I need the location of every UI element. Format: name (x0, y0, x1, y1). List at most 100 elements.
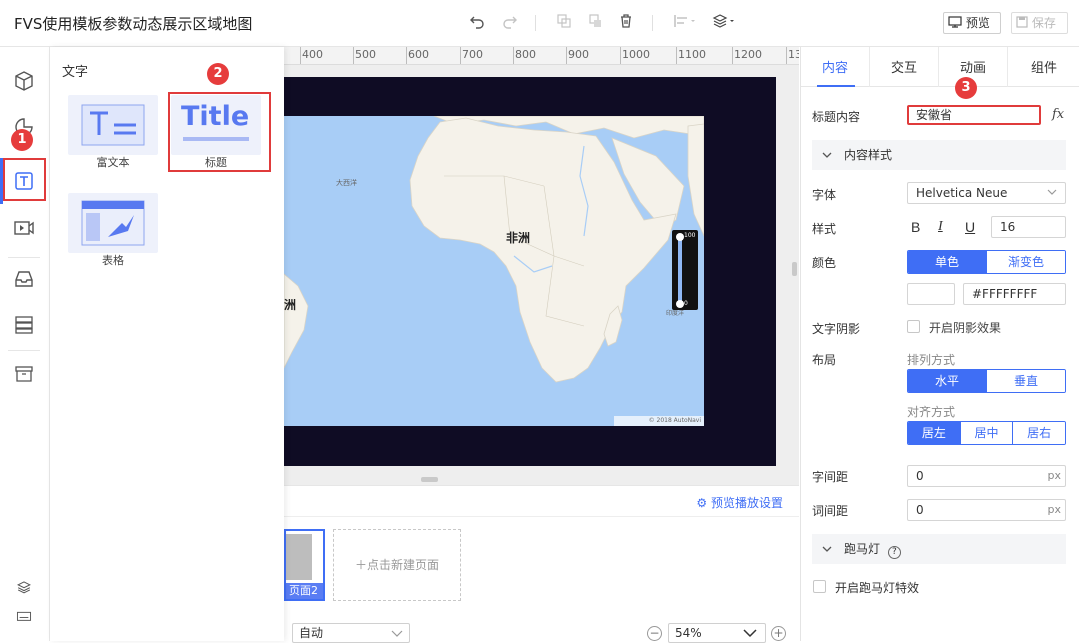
zoom-in-icon[interactable]: + (771, 626, 786, 641)
bold-button[interactable]: B (911, 219, 920, 235)
font-label: 字体 (812, 188, 837, 202)
save-label: 保存 (1031, 16, 1056, 30)
ruler-tick (566, 47, 567, 64)
text-shadow-checkbox[interactable] (907, 320, 920, 333)
solid-color-option[interactable]: 单色 (908, 251, 986, 273)
cube-icon[interactable] (0, 59, 48, 103)
ruler-label: 1100 (678, 48, 706, 61)
highlight-box-1 (3, 158, 46, 201)
map-attribution: © 2018 AutoNavi (614, 416, 704, 426)
color-label: 颜色 (812, 256, 837, 270)
char-spacing-label: 字间距 (812, 470, 849, 484)
zoom-select[interactable]: 54% (668, 623, 766, 643)
chevron-down-icon (822, 546, 832, 552)
align-toggle: 居左 居中 居右 (907, 421, 1066, 445)
ruler-label: 800 (515, 48, 536, 61)
preview-button[interactable]: 预览 (943, 12, 1001, 34)
marquee-check-label: 开启跑马灯特效 (835, 581, 920, 595)
map-widget[interactable]: 非洲 大西洋 洲 印度洋 © 2018 AutoNavi (284, 116, 704, 426)
ruler-tick (513, 47, 514, 64)
underline-button[interactable]: U (965, 219, 975, 235)
gradient-color-option[interactable]: 渐变色 (986, 251, 1065, 273)
highlight-box-2 (168, 92, 271, 172)
chevron-down-icon (1047, 189, 1057, 195)
font-value: Helvetica Neue (916, 186, 1008, 200)
media-icon[interactable] (0, 206, 48, 250)
marquee-section[interactable]: 跑马灯 ? (812, 534, 1066, 564)
panel-title: 文字 (62, 65, 89, 80)
new-page-label: 点击新建页面 (367, 558, 440, 572)
delete-icon[interactable] (616, 13, 636, 33)
tab-component[interactable]: 组件 (1008, 47, 1079, 87)
top-toolbar: FVS使用模板参数动态展示区域地图 预览 保存 (0, 0, 1079, 47)
italic-button[interactable]: I (938, 219, 943, 235)
undo-icon[interactable] (467, 13, 487, 33)
component-panel: 文字 富文本 Title 标题 表格 (50, 47, 284, 641)
color-swatch[interactable] (907, 283, 955, 305)
inbox-icon[interactable] (0, 257, 48, 301)
redo-icon[interactable] (500, 13, 520, 33)
arrange-toggle: 水平 垂直 (907, 369, 1066, 393)
bar-divider (8, 350, 40, 351)
chevron-down-icon (391, 630, 403, 637)
vertical-scrollbar[interactable] (792, 262, 797, 276)
slider-track (678, 236, 682, 304)
ruler-tick (620, 47, 621, 64)
active-tab-underline (817, 85, 855, 87)
annotation-badge-1: 1 (11, 129, 33, 151)
page-label: 页面2 (286, 583, 323, 599)
zoom-out-icon[interactable]: − (647, 626, 662, 641)
align-left[interactable]: 居左 (908, 422, 960, 444)
toolbar-divider (652, 15, 653, 31)
marquee-checkbox[interactable] (813, 580, 826, 593)
zoom-value: 54% (675, 626, 702, 640)
ruler-tick (300, 47, 301, 64)
ruler-tick (353, 47, 354, 64)
align-icon[interactable] (672, 13, 698, 33)
fit-select[interactable]: 自动 (292, 623, 410, 643)
copy-icon[interactable] (554, 13, 574, 33)
word-spacing-label: 词间距 (812, 504, 849, 518)
tab-interaction[interactable]: 交互 (870, 47, 938, 87)
new-page-button[interactable]: ＋点击新建页面 (333, 529, 461, 601)
save-button[interactable]: 保存 (1011, 12, 1068, 34)
preview-settings-link[interactable]: ⚙ 预览播放设置 (696, 494, 783, 511)
paste-icon[interactable] (585, 13, 605, 33)
table-card[interactable] (68, 193, 158, 253)
divider (284, 516, 799, 517)
tab-content[interactable]: 内容 (801, 47, 869, 87)
keyboard-icon[interactable] (0, 603, 48, 629)
page-manager: ⚙ 预览播放设置 页面2 ＋点击新建页面 自动 − 54% + (284, 485, 799, 643)
color-mode-toggle: 单色 渐变色 (907, 250, 1066, 274)
layers-icon[interactable] (711, 13, 737, 33)
slider-handle-bottom[interactable] (676, 300, 684, 308)
annotation-badge-2: 2 (207, 63, 229, 85)
horizontal-scrollbar[interactable] (421, 477, 438, 482)
font-select[interactable]: Helvetica Neue (907, 182, 1066, 204)
archive-icon[interactable] (0, 352, 48, 396)
title-content-input[interactable]: 安徽省 (907, 105, 1041, 125)
south-america-label: 洲 (284, 298, 297, 312)
word-spacing-input[interactable]: 0 px (907, 499, 1066, 521)
color-hex-input[interactable]: #FFFFFFFF (963, 283, 1066, 305)
page-thumbnail[interactable]: 页面2 (284, 529, 325, 601)
help-icon[interactable]: ? (887, 546, 901, 559)
content-style-section[interactable]: 内容样式 (812, 140, 1066, 170)
ruler-tick (406, 47, 407, 64)
align-center[interactable]: 居中 (959, 422, 1013, 444)
ruler-label: 400 (302, 48, 323, 61)
arrange-vertical[interactable]: 垂直 (986, 370, 1065, 392)
align-right[interactable]: 居右 (1012, 422, 1065, 444)
fx-button[interactable]: fx (1052, 107, 1064, 122)
ruler-tick (460, 47, 461, 64)
properties-panel: 内容 交互 动画 组件 标题内容 安徽省 fx 内容样式 字体 Helvetic… (800, 47, 1079, 641)
stack-icon[interactable] (0, 572, 48, 602)
font-size-input[interactable]: 16 (991, 216, 1066, 238)
ruler-tick (732, 47, 733, 64)
arrange-horizontal[interactable]: 水平 (908, 370, 986, 392)
rich-text-card[interactable] (68, 95, 158, 155)
server-icon[interactable] (0, 303, 48, 347)
char-spacing-input[interactable]: 0 px (907, 465, 1066, 487)
slider-handle-top[interactable] (676, 233, 684, 241)
value-slider[interactable]: 100 0 (672, 230, 698, 310)
